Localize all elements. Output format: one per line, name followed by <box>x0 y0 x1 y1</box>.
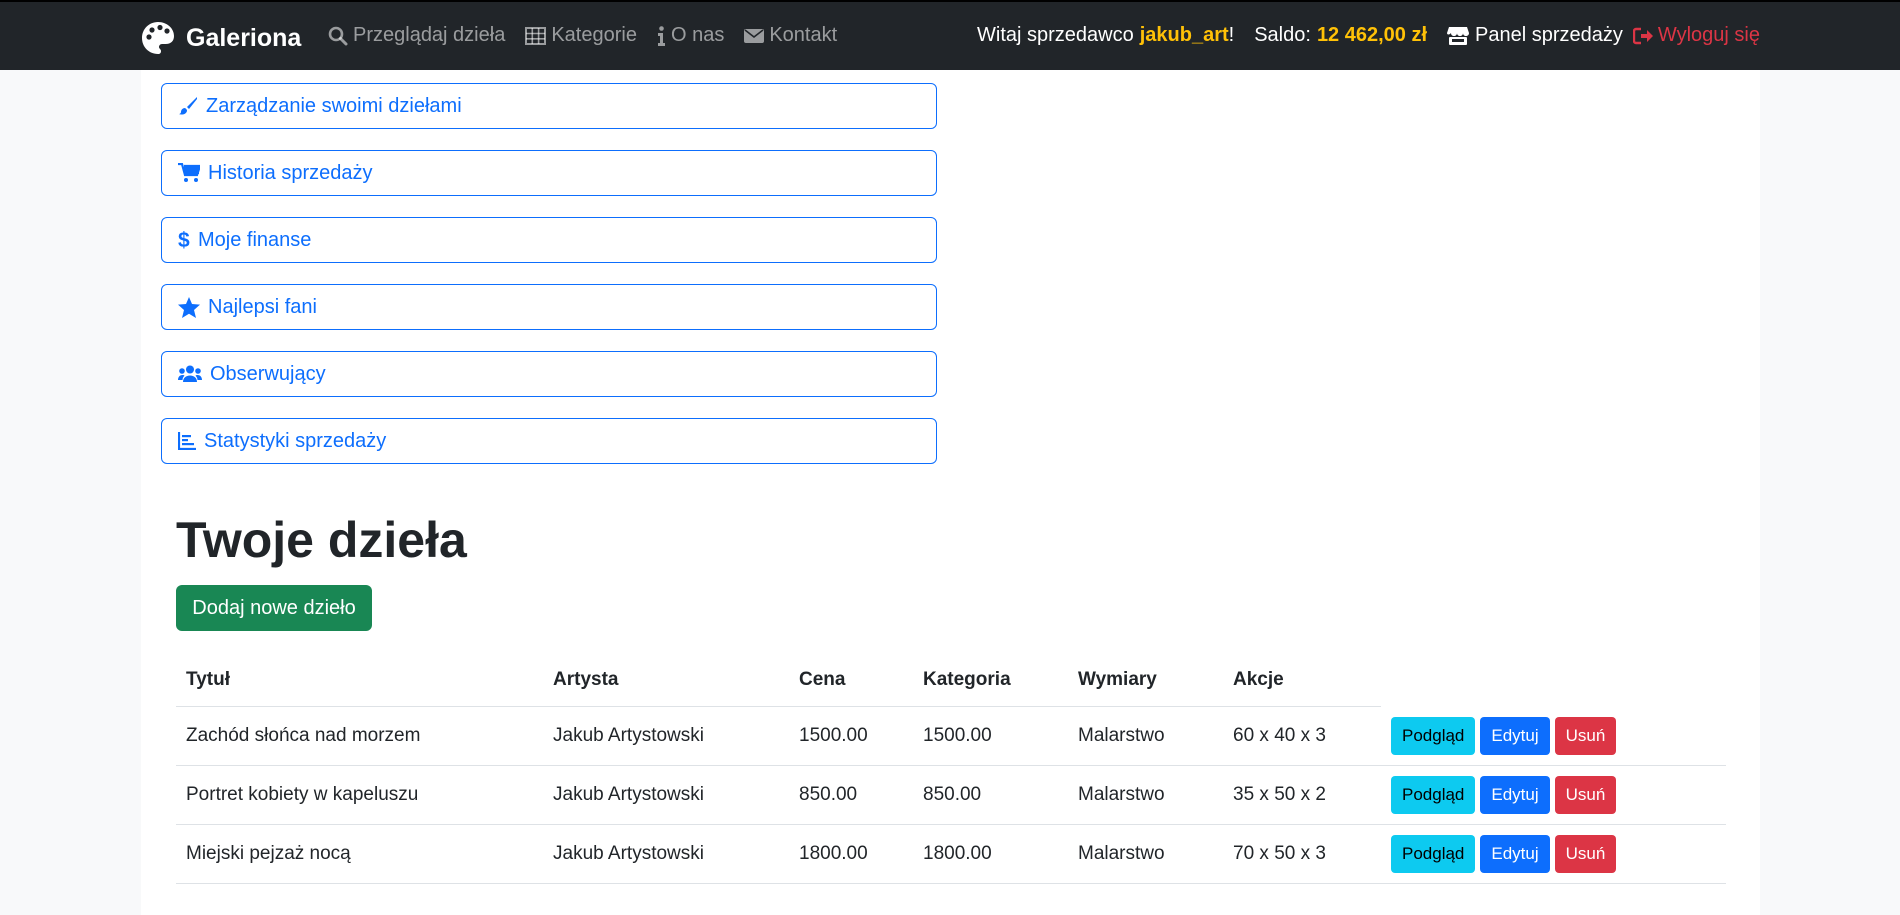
add-artwork-button[interactable]: Dodaj nowe dzieło <box>176 585 372 631</box>
store-icon <box>1447 26 1470 45</box>
user-area: Witaj sprzedawco jakub_art ! Saldo: 12 4… <box>977 24 1760 47</box>
preview-button[interactable]: Podgląd <box>1391 776 1476 814</box>
menu-finances[interactable]: $ Moje finanse <box>161 217 937 263</box>
table-cell: 1800.00 <box>913 824 1068 884</box>
column-header: Akcje <box>1223 654 1381 707</box>
logout-link[interactable]: Wyloguj się <box>1632 24 1760 47</box>
table-cell: Portret kobiety w kapeluszu <box>176 765 543 825</box>
menu-manage-artworks[interactable]: Zarządzanie swoimi dziełami <box>161 83 937 129</box>
menu-followers[interactable]: Obserwujący <box>161 351 937 397</box>
menu-manage-artworks-label: Zarządzanie swoimi dziełami <box>206 94 462 117</box>
menu-top-fans-label: Najlepsi fani <box>208 295 317 318</box>
table-grid-icon <box>525 26 547 45</box>
svg-text:$: $ <box>178 229 190 251</box>
main-container: Zarządzanie swoimi dziełami Historia spr… <box>141 70 1760 915</box>
table-cell: Jakub Artystowski <box>543 706 789 766</box>
envelope-icon <box>744 28 765 43</box>
search-icon <box>328 26 348 45</box>
column-header: Kategoria <box>913 654 1068 707</box>
main-nav: Przeglądaj dzieła Kategorie O nas Kontak… <box>328 24 857 47</box>
table-cell: Zachód słońca nad morzem <box>176 706 543 766</box>
top-navbar: Galeriona Przeglądaj dzieła Kategorie O … <box>0 0 1900 70</box>
menu-followers-label: Obserwujący <box>210 362 326 385</box>
table-cell: Miejski pejzaż nocą <box>176 824 543 884</box>
menu-finances-label: Moje finanse <box>198 228 312 251</box>
palette-icon <box>142 22 174 54</box>
brand-link[interactable]: Galeriona <box>140 20 301 56</box>
logout-label: Wyloguj się <box>1657 24 1760 46</box>
edit-button[interactable]: Edytuj <box>1480 835 1550 873</box>
delete-button[interactable]: Usuń <box>1554 835 1617 873</box>
table-cell: 850.00 <box>789 765 913 825</box>
greeting-exclaim: ! <box>1228 24 1235 46</box>
menu-sales-stats[interactable]: Statystyki sprzedaży <box>161 418 937 464</box>
preview-button[interactable]: Podgląd <box>1391 716 1476 755</box>
table-cell: 60 x 40 x 3 <box>1223 706 1381 766</box>
table-row: Portret kobiety w kapeluszu Jakub Artyst… <box>176 765 1726 825</box>
menu-top-fans[interactable]: Najlepsi fani <box>161 284 937 330</box>
table-cell: 1500.00 <box>789 706 913 766</box>
table-cell: Jakub Artystowski <box>543 765 789 825</box>
table-cell: Malarstwo <box>1068 706 1223 766</box>
dollar-icon: $ <box>178 229 190 251</box>
column-header: Tytuł <box>176 654 543 707</box>
artworks-table: Tytuł Artysta Cena Kategoria Wymiary Akc… <box>176 654 1726 884</box>
greeting-text: Witaj sprzedawco <box>977 24 1134 46</box>
nav-about[interactable]: O nas <box>657 24 724 47</box>
chart-icon <box>178 432 196 450</box>
column-header: Cena <box>789 654 913 707</box>
menu-sales-history-label: Historia sprzedaży <box>208 161 373 184</box>
username: jakub_art <box>1139 24 1229 46</box>
row-actions: Podgląd Edytuj Usuń <box>1381 765 1726 825</box>
table-cell: 35 x 50 x 2 <box>1223 765 1381 825</box>
nav-categories-label: Kategorie <box>551 24 637 46</box>
balance-label: Saldo: <box>1254 24 1311 46</box>
seller-panel-link[interactable]: Panel sprzedaży <box>1447 24 1623 47</box>
table-header-row: Tytuł Artysta Cena Kategoria Wymiary Akc… <box>176 654 1726 707</box>
column-header-empty <box>1381 654 1726 707</box>
nav-contact[interactable]: Kontakt <box>744 24 837 47</box>
nav-about-label: O nas <box>670 24 725 46</box>
star-icon <box>178 296 200 318</box>
table-cell: Malarstwo <box>1068 765 1223 825</box>
column-header: Wymiary <box>1068 654 1223 707</box>
row-actions: Podgląd Edytuj Usuń <box>1381 824 1726 884</box>
table-row: Miejski pejzaż nocą Jakub Artystowski 18… <box>176 824 1726 884</box>
paintbrush-icon <box>179 97 197 115</box>
table-cell: 70 x 50 x 3 <box>1223 824 1381 884</box>
seller-panel-label: Panel sprzedaży <box>1475 24 1623 46</box>
edit-button[interactable]: Edytuj <box>1480 776 1550 814</box>
cart-icon <box>178 163 200 182</box>
delete-button[interactable]: Usuń <box>1554 776 1617 814</box>
table-row: Zachód słońca nad morzem Jakub Artystows… <box>176 706 1726 766</box>
table-cell: 1800.00 <box>789 824 913 884</box>
table-cell: Jakub Artystowski <box>543 824 789 884</box>
logout-icon <box>1632 27 1653 44</box>
page-title: Twoje dzieła <box>176 512 467 568</box>
brand-name: Galeriona <box>186 23 302 52</box>
nav-browse[interactable]: Przeglądaj dzieła <box>328 24 505 47</box>
nav-categories[interactable]: Kategorie <box>525 24 637 47</box>
menu-sales-stats-label: Statystyki sprzedaży <box>204 429 387 452</box>
preview-button[interactable]: Podgląd <box>1391 835 1476 873</box>
table-cell: Malarstwo <box>1068 824 1223 884</box>
table-cell: 850.00 <box>913 765 1068 825</box>
nav-contact-label: Kontakt <box>769 24 838 46</box>
balance-value: 12 462,00 zł <box>1316 24 1428 46</box>
users-icon <box>178 365 202 382</box>
menu-sales-history[interactable]: Historia sprzedaży <box>161 150 937 196</box>
column-header: Artysta <box>543 654 789 707</box>
info-icon <box>657 25 665 46</box>
row-actions: Podgląd Edytuj Usuń <box>1381 706 1726 766</box>
delete-button[interactable]: Usuń <box>1554 716 1617 755</box>
nav-browse-label: Przeglądaj dzieła <box>353 24 506 46</box>
edit-button[interactable]: Edytuj <box>1480 716 1550 755</box>
table-cell: 1500.00 <box>913 706 1068 766</box>
